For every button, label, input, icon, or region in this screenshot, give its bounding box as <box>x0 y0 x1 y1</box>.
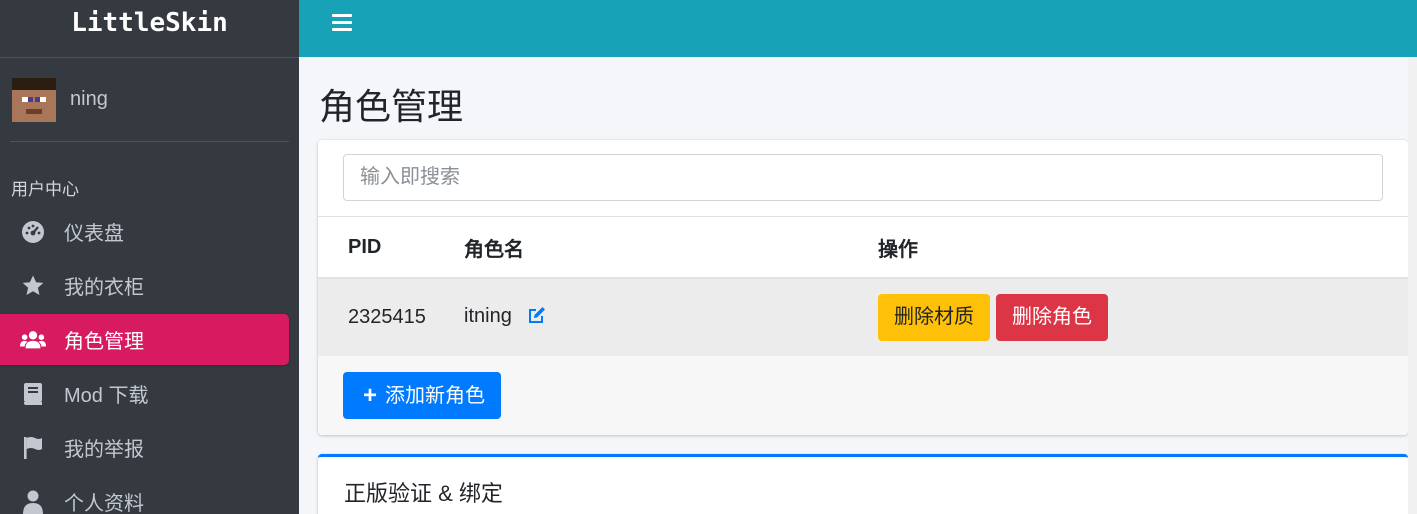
column-header-pid: PID <box>318 217 464 279</box>
plus-icon: + <box>363 382 378 409</box>
premium-verification-card: 正版验证 & 绑定 <box>318 454 1408 514</box>
top-navbar <box>299 0 1417 57</box>
sidebar-item-label: 角色管理 <box>64 331 144 353</box>
player-pid: 2325415 <box>318 278 464 356</box>
sidebar-item-reports[interactable]: 我的举报 <box>0 422 289 473</box>
delete-player-button[interactable]: 删除角色 <box>996 294 1108 341</box>
brand-name: LittleSkin <box>71 7 228 38</box>
page-title: 角色管理 <box>319 86 464 127</box>
card-header <box>318 140 1408 217</box>
sidebar-item-label: 仪表盘 <box>64 223 124 245</box>
book-icon <box>20 381 46 407</box>
flag-icon <box>20 435 46 461</box>
user-panel[interactable]: ning <box>10 58 289 142</box>
nav-header: 用户中心 <box>11 180 79 199</box>
user-name: ning <box>70 88 108 110</box>
avatar <box>12 77 56 122</box>
table-header-row: PID 角色名 操作 <box>318 217 1408 279</box>
brand-logo[interactable]: LittleSkin <box>0 0 299 58</box>
card-footer: + 添加新角色 <box>318 356 1408 435</box>
menu-toggle-icon[interactable] <box>332 14 352 34</box>
column-header-name: 角色名 <box>464 217 878 279</box>
players-table: PID 角色名 操作 2325415 itning 删除材质 删除角色 <box>318 217 1408 356</box>
column-header-actions: 操作 <box>878 217 1408 279</box>
add-player-label: 添加新角色 <box>385 385 486 407</box>
search-input[interactable] <box>343 154 1383 201</box>
delete-texture-button[interactable]: 删除材质 <box>878 294 990 341</box>
sidebar-item-label: 我的衣柜 <box>64 277 144 299</box>
sidebar-item-mod-download[interactable]: Mod 下载 <box>0 368 289 419</box>
dashboard-icon <box>20 219 46 245</box>
sidebar-item-label: Mod 下载 <box>64 385 149 407</box>
star-icon <box>20 273 46 299</box>
user-icon <box>20 489 46 514</box>
sidebar-item-label: 个人资料 <box>64 493 144 514</box>
sidebar: LittleSkin ning 用户中心 仪表盘 我的衣柜 角色管理 Mod 下… <box>0 0 299 514</box>
table-row: 2325415 itning 删除材质 删除角色 <box>318 278 1408 356</box>
scrollbar[interactable] <box>1408 57 1417 514</box>
sidebar-nav: 仪表盘 我的衣柜 角色管理 Mod 下载 我的举报 个人资料 <box>0 206 299 514</box>
sidebar-item-wardrobe[interactable]: 我的衣柜 <box>0 260 289 311</box>
players-card: PID 角色名 操作 2325415 itning 删除材质删除角色 + 添加新角… <box>318 140 1408 435</box>
add-player-button[interactable]: + 添加新角色 <box>343 372 502 419</box>
users-icon <box>20 327 46 353</box>
sidebar-item-players[interactable]: 角色管理 <box>0 314 289 365</box>
sidebar-item-label: 我的举报 <box>64 439 144 461</box>
edit-icon[interactable] <box>526 305 547 331</box>
sidebar-item-profile[interactable]: 个人资料 <box>0 476 289 514</box>
player-name: itning <box>464 304 512 327</box>
player-actions: 删除材质 删除角色 <box>878 278 1408 356</box>
sidebar-item-dashboard[interactable]: 仪表盘 <box>0 206 289 257</box>
player-name-cell: itning <box>464 278 878 356</box>
card-title: 正版验证 & 绑定 <box>344 481 503 506</box>
